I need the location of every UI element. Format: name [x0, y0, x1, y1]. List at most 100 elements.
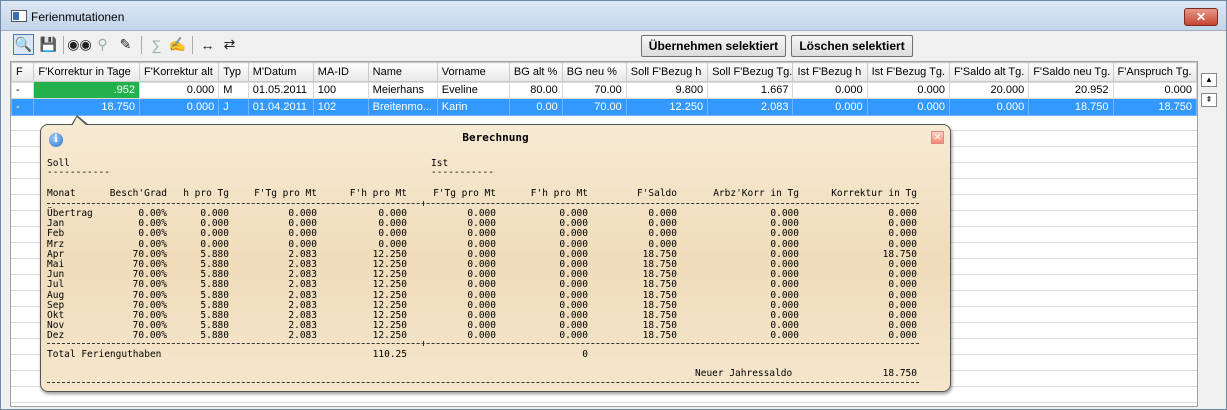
table-row[interactable]: - .952 0.000 M 01.05.2011 100 Meierhans …	[11, 81, 1197, 99]
col-header[interactable]: Ist F'Bezug h	[792, 62, 868, 82]
cell-soll-h[interactable]: 9.800	[625, 81, 709, 99]
col-header[interactable]: BG neu %	[561, 62, 627, 82]
calc-cell-korrektur: 0.000	[888, 299, 917, 311]
vertical-scrollbar[interactable]: ▲ ⇞	[1200, 61, 1218, 407]
header-h-pro-tg: h pro Tg	[183, 188, 229, 199]
window-close-button[interactable]: ✕	[1184, 8, 1218, 26]
calc-cell-beschgrad: 70.00%	[132, 320, 167, 332]
cell-vorname[interactable]: Eveline	[436, 81, 510, 99]
binoculars-icon[interactable]: ◉◉	[67, 34, 91, 55]
cell-ist-tg[interactable]: 0.000	[866, 81, 950, 99]
cell-f[interactable]: -	[11, 81, 35, 99]
calc-cell-fh-pro-mt: 0.000	[378, 238, 407, 250]
col-header[interactable]: F'Saldo neu Tg.	[1028, 62, 1114, 82]
cell-datum[interactable]: 01.05.2011	[247, 81, 314, 99]
calc-cell-korrektur: 0.000	[888, 218, 917, 230]
scroll-top-icon[interactable]: ⇞	[1201, 93, 1217, 107]
cell-anspruch[interactable]: 0.000	[1112, 81, 1197, 99]
cell-bg-alt[interactable]: 0.00	[508, 98, 563, 116]
search-icon[interactable]: 🔍	[13, 34, 34, 55]
scroll-up-icon[interactable]: ▲	[1201, 73, 1217, 87]
calc-cell-monat: Jan	[47, 218, 65, 230]
sum-icon[interactable]: ∑	[146, 34, 167, 55]
calc-cell-monat: Apr	[47, 248, 65, 260]
calc-cell-beschgrad: 0.00%	[138, 238, 167, 250]
cell-maid[interactable]: 100	[312, 81, 369, 99]
calc-cell-ist-fh-pro-mt: 0.000	[559, 228, 588, 240]
cell-typ[interactable]: J	[218, 98, 249, 116]
col-header[interactable]: MA-ID	[312, 62, 369, 82]
zoom-icon[interactable]: ⚲	[92, 34, 113, 55]
calc-cell-ftg-pro-mt: 2.083	[288, 269, 317, 281]
edit-icon[interactable]: ✍	[167, 34, 188, 55]
apply-selected-button[interactable]: Übernehmen selektiert	[641, 35, 786, 57]
col-header[interactable]: Ist F'Bezug Tg.	[866, 62, 950, 82]
cell-saldo-neu[interactable]: 18.750	[1028, 98, 1114, 116]
calc-cell-ist-fh-pro-mt: 0.000	[559, 279, 588, 291]
col-header[interactable]: BG alt %	[508, 62, 563, 82]
cell-name[interactable]: Breitenmo...	[367, 98, 438, 116]
col-header[interactable]: Soll F'Bezug Tg.	[707, 62, 794, 82]
calc-cell-ftg-pro-mt: 0.000	[288, 238, 317, 250]
fit-width-icon[interactable]: ⇄	[219, 34, 240, 55]
cell-typ[interactable]: M	[218, 81, 249, 99]
col-header[interactable]: M'Datum	[247, 62, 314, 82]
cell-saldo-alt[interactable]: 0.000	[948, 98, 1030, 116]
divider	[47, 343, 919, 344]
calc-cell-fsaldo: 0.000	[648, 228, 677, 240]
cell-korrektur-alt[interactable]: 0.000	[139, 98, 220, 116]
cell-saldo-neu[interactable]: 20.952	[1028, 81, 1114, 99]
tooltip-title: Berechnung	[462, 131, 529, 144]
cell-maid[interactable]: 102	[312, 98, 369, 116]
cell-soll-tg[interactable]: 1.667	[707, 81, 794, 99]
calc-cell-monat: Aug	[47, 289, 65, 301]
col-header[interactable]: F'Saldo alt Tg.	[948, 62, 1030, 82]
cell-f[interactable]: -	[11, 98, 35, 116]
calc-cell-fh-pro-mt: 12.250	[372, 310, 407, 321]
cell-datum[interactable]: 01.04.2011	[247, 98, 314, 116]
col-header[interactable]: F'Korrektur alt	[139, 62, 220, 82]
col-header[interactable]: Typ	[218, 62, 249, 82]
calc-cell-h-pro-tg: 0.000	[200, 238, 229, 250]
cell-name[interactable]: Meierhans	[367, 81, 438, 99]
cell-korrektur-alt[interactable]: 0.000	[139, 81, 220, 99]
calc-cell-ftg-pro-mt: 2.083	[288, 259, 317, 270]
col-header[interactable]: F'Anspruch Tg.	[1112, 62, 1197, 82]
calc-cell-fh-pro-mt: 12.250	[372, 248, 407, 260]
cell-vorname[interactable]: Karin	[436, 98, 510, 116]
cell-bg-alt[interactable]: 80.00	[508, 81, 563, 99]
calc-cell-korrektur: 0.000	[888, 279, 917, 291]
table-row-selected[interactable]: - 18.750 0.000 J 01.04.2011 102 Breitenm…	[11, 98, 1197, 116]
cell-ist-h[interactable]: 0.000	[792, 98, 868, 116]
calc-cell-ist-ftg-pro-mt: 0.000	[467, 248, 496, 260]
calc-cell-arbzkorr: 0.000	[770, 289, 799, 301]
cell-ist-tg[interactable]: 0.000	[866, 98, 950, 116]
col-header[interactable]: F	[11, 62, 35, 82]
col-header[interactable]: F'Korrektur in Tage	[33, 62, 141, 82]
cell-saldo-alt[interactable]: 20.000	[948, 81, 1030, 99]
col-header[interactable]: Soll F'Bezug h	[625, 62, 709, 82]
col-header[interactable]: Name	[367, 62, 438, 82]
col-header[interactable]: Vorname	[436, 62, 510, 82]
header-ftg-pro-mt: F'Tg pro Mt	[254, 188, 317, 199]
cell-ist-h[interactable]: 0.000	[792, 81, 868, 99]
toolbar-separator	[192, 36, 193, 54]
calc-cell-beschgrad: 70.00%	[132, 269, 167, 281]
cell-soll-h[interactable]: 12.250	[625, 98, 709, 116]
calc-cell-monat: Mai	[47, 259, 65, 270]
cell-bg-neu[interactable]: 70.00	[561, 98, 627, 116]
cell-anspruch[interactable]: 18.750	[1112, 98, 1197, 116]
expand-width-icon[interactable]: ↔	[197, 34, 218, 55]
cell-bg-neu[interactable]: 70.00	[561, 81, 627, 99]
calc-cell-arbzkorr: 0.000	[770, 228, 799, 240]
brush-icon[interactable]: ✎	[115, 34, 136, 55]
cell-korrektur[interactable]: 18.750	[33, 98, 141, 116]
calc-cell-ist-fh-pro-mt: 0.000	[559, 269, 588, 281]
save-icon[interactable]: 💾	[38, 34, 59, 55]
cell-korrektur[interactable]: .952	[33, 81, 141, 99]
delete-selected-button[interactable]: Löschen selektiert	[791, 35, 913, 57]
calc-cell-ist-fh-pro-mt: 0.000	[559, 330, 588, 342]
title-bar[interactable]: Ferienmutationen ✕	[1, 1, 1226, 31]
calc-cell-korrektur: 0.000	[888, 238, 917, 250]
cell-soll-tg[interactable]: 2.083	[707, 98, 794, 116]
